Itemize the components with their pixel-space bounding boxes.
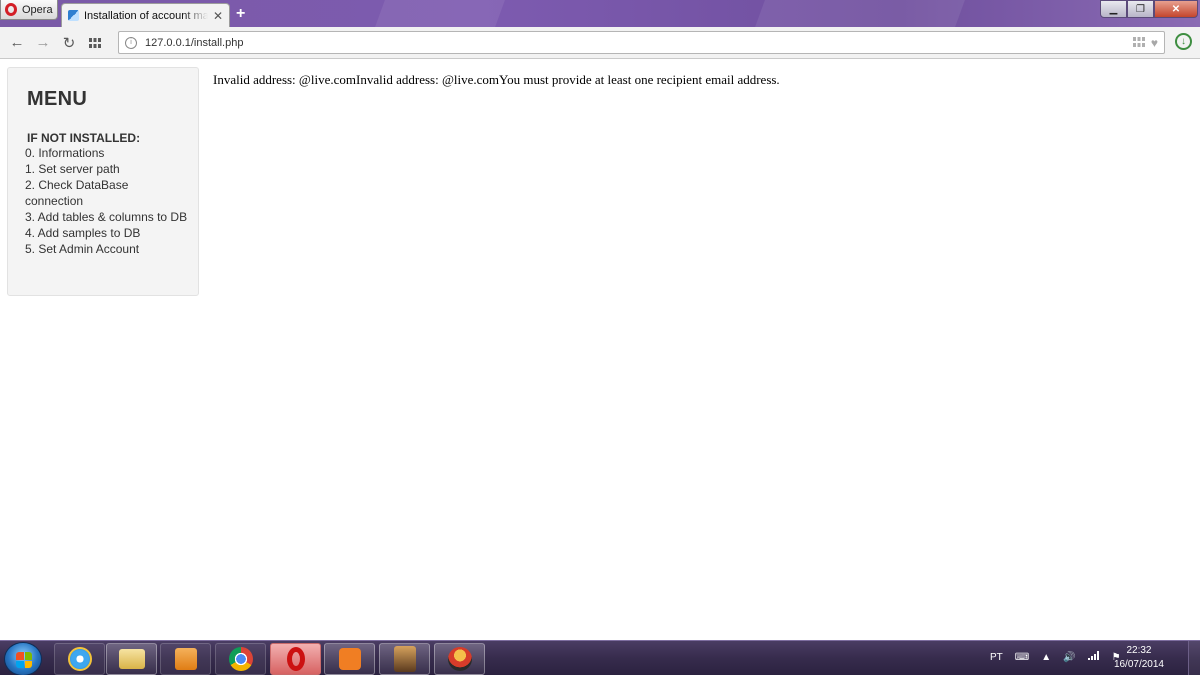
- menu-title: MENU: [27, 88, 88, 110]
- install-menu-sidebar: MENU IF NOT INSTALLED: 0. Informations 1…: [7, 67, 199, 296]
- clock-time: 22:32: [1126, 645, 1152, 656]
- taskbar-media-player[interactable]: [160, 643, 211, 675]
- tab-close-icon[interactable]: ✕: [213, 9, 223, 23]
- url-text[interactable]: 127.0.0.1/install.php: [145, 37, 243, 49]
- menu-item-samples[interactable]: 4. Add samples to DB: [25, 225, 188, 241]
- browser-titlebar: Opera Installation of account mana ✕ + ▁…: [0, 0, 1200, 27]
- windows-start-icon: [16, 652, 32, 668]
- error-message: Invalid address: @live.comInvalid addres…: [213, 72, 780, 87]
- show-desktop-button[interactable]: [1188, 641, 1200, 675]
- keyboard-icon[interactable]: ⌨: [1015, 652, 1029, 663]
- browser-toolbar: ← → ↻ i 127.0.0.1/install.php ♥ ↓: [0, 27, 1200, 59]
- taskbar-chrome[interactable]: [215, 643, 266, 675]
- tab-installation[interactable]: Installation of account mana ✕: [61, 3, 230, 27]
- site-info-icon[interactable]: i: [125, 36, 137, 49]
- forward-icon[interactable]: →: [30, 30, 56, 56]
- avatar-app-icon: [393, 646, 416, 672]
- speed-dial-add-icon[interactable]: [1132, 36, 1145, 50]
- menu-item-database-connection[interactable]: 2. Check DataBase connection: [25, 177, 188, 209]
- tray-expand-icon[interactable]: ▲: [1041, 652, 1051, 663]
- network-icon[interactable]: [1087, 651, 1100, 663]
- maximize-button[interactable]: ❐: [1127, 0, 1154, 18]
- taskbar-file-explorer[interactable]: [106, 643, 157, 675]
- clock-date: 16/07/2014: [1113, 659, 1164, 670]
- explorer-icon: [118, 649, 145, 669]
- install-steps-list: 0. Informations 1. Set server path 2. Ch…: [25, 145, 188, 257]
- windows-start-button[interactable]: [4, 642, 42, 675]
- speed-dial-icon[interactable]: [82, 30, 108, 56]
- address-bar-actions: ♥: [1132, 36, 1158, 50]
- menu-item-admin-account[interactable]: 5. Set Admin Account: [25, 241, 188, 257]
- taskbar-opera[interactable]: [270, 643, 321, 675]
- taskbar-app-avatar[interactable]: [379, 643, 430, 675]
- windows-taskbar: PT ⌨ ▲ 🔊 ⚑ 22:32 16/07/2014: [0, 640, 1200, 675]
- heart-icon[interactable]: ♥: [1151, 36, 1158, 50]
- ie-icon: [67, 647, 92, 671]
- reload-icon[interactable]: ↻: [56, 30, 82, 56]
- tab-favicon-icon: [68, 10, 79, 21]
- opera-icon: [5, 3, 17, 16]
- taskbar-clock[interactable]: 22:32 16/07/2014: [1114, 644, 1164, 672]
- titlebar-decoration: [375, 0, 505, 27]
- opera-icon: [286, 647, 305, 671]
- language-indicator[interactable]: PT: [990, 652, 1003, 663]
- new-tab-button[interactable]: +: [236, 5, 245, 23]
- system-tray: PT ⌨ ▲ 🔊 ⚑: [990, 651, 1121, 663]
- menu-item-server-path[interactable]: 1. Set server path: [25, 161, 188, 177]
- taskbar-xampp[interactable]: [324, 643, 375, 675]
- back-icon[interactable]: ←: [4, 30, 30, 56]
- chrome-icon: [228, 647, 253, 671]
- volume-icon[interactable]: 🔊: [1063, 652, 1075, 663]
- opera-menu-button[interactable]: Opera: [0, 0, 58, 20]
- game-app-icon: [447, 647, 472, 671]
- menu-item-tables-columns[interactable]: 3. Add tables & columns to DB: [25, 209, 188, 225]
- window-controls: ▁ ❐ ✕: [1100, 0, 1198, 18]
- section-label: IF NOT INSTALLED:: [27, 131, 141, 145]
- close-window-button[interactable]: ✕: [1154, 0, 1198, 18]
- xampp-icon: [338, 648, 361, 670]
- opera-menu-label: Opera: [22, 3, 53, 16]
- menu-item-informations[interactable]: 0. Informations: [25, 145, 188, 161]
- minimize-button[interactable]: ▁: [1100, 0, 1127, 18]
- taskbar-app-game[interactable]: [434, 643, 485, 675]
- tab-title: Installation of account mana: [84, 9, 208, 22]
- address-bar[interactable]: i 127.0.0.1/install.php ♥: [118, 31, 1165, 54]
- titlebar-decoration: [755, 0, 965, 27]
- media-player-icon: [174, 648, 197, 670]
- taskbar-internet-explorer[interactable]: [54, 643, 105, 675]
- download-icon[interactable]: ↓: [1175, 33, 1192, 50]
